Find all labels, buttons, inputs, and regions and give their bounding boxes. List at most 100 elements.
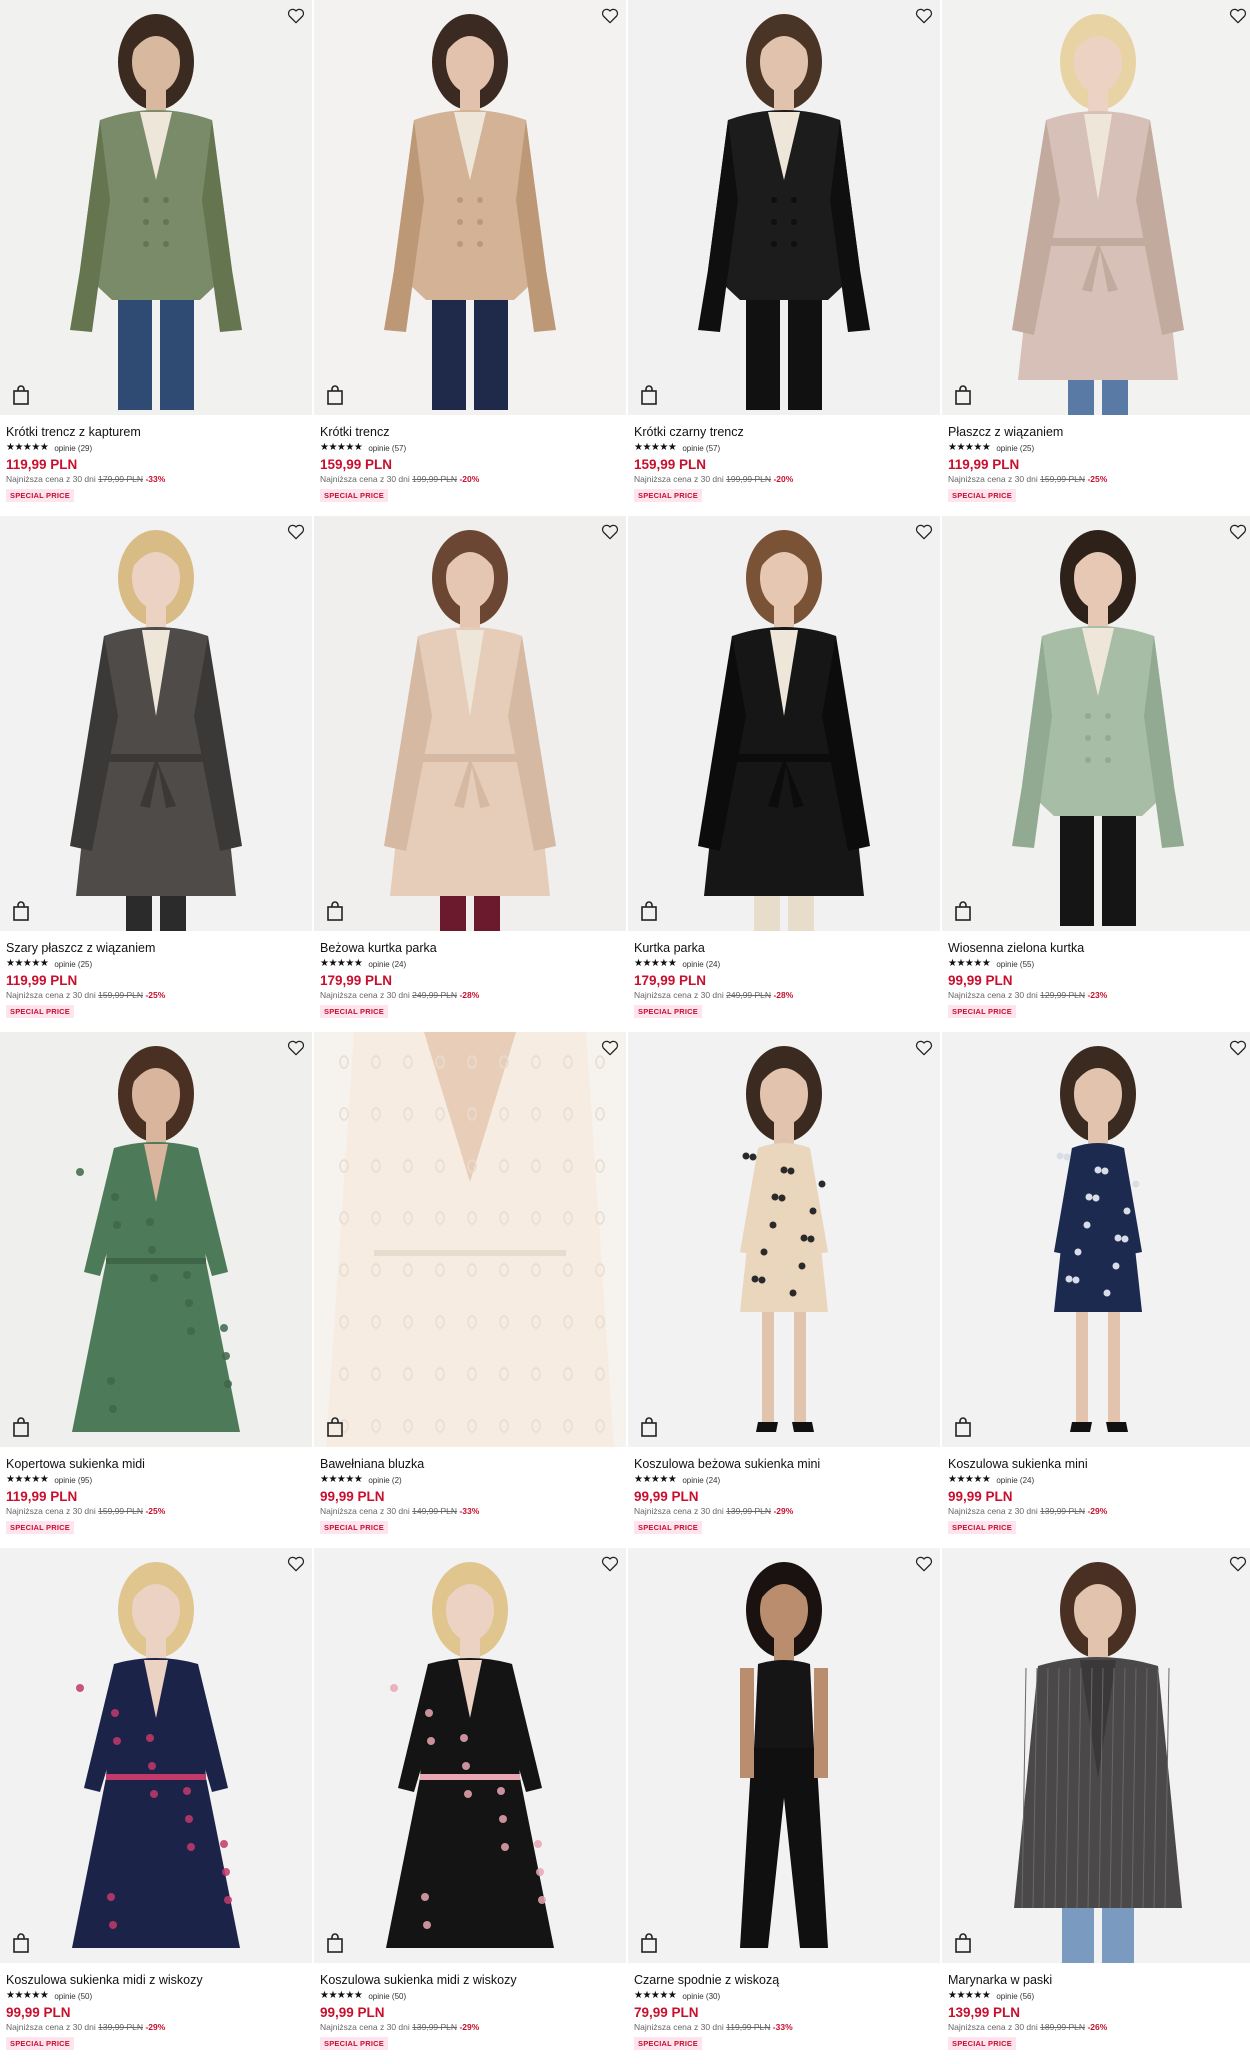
shopping-bag-icon[interactable] <box>954 1933 972 1953</box>
product-image[interactable] <box>0 516 312 931</box>
product-image[interactable] <box>0 1548 312 1963</box>
shopping-bag-icon[interactable] <box>954 901 972 921</box>
shopping-bag-icon[interactable] <box>12 901 30 921</box>
product-name[interactable]: Kurtka parka <box>634 941 934 956</box>
product-card[interactable]: Płaszcz z wiązaniem ★★★★★ opinie (25) 11… <box>942 0 1250 516</box>
product-name[interactable]: Beżowa kurtka parka <box>320 941 620 956</box>
heart-icon[interactable] <box>600 1038 620 1058</box>
product-photo[interactable] <box>0 1032 312 1447</box>
review-count[interactable]: opinie (24) <box>996 1476 1034 1485</box>
shopping-bag-icon[interactable] <box>12 1417 30 1437</box>
product-name[interactable]: Krótki trencz <box>320 425 620 440</box>
product-photo[interactable] <box>942 0 1250 415</box>
review-count[interactable]: opinie (55) <box>996 960 1034 969</box>
product-photo[interactable] <box>314 1548 626 1963</box>
product-name[interactable]: Marynarka w paski <box>948 1973 1248 1988</box>
review-count[interactable]: opinie (24) <box>682 960 720 969</box>
product-image[interactable] <box>0 1032 312 1447</box>
shopping-bag-icon[interactable] <box>954 1417 972 1437</box>
shopping-bag-icon[interactable] <box>326 901 344 921</box>
product-card[interactable]: Koszulowa sukienka midi z wiskozy ★★★★★ … <box>0 1548 312 2064</box>
shopping-bag-icon[interactable] <box>12 385 30 405</box>
product-image[interactable] <box>628 516 940 931</box>
shopping-bag-icon[interactable] <box>640 1417 658 1437</box>
product-photo[interactable] <box>314 516 626 931</box>
product-image[interactable] <box>942 1032 1250 1447</box>
review-count[interactable]: opinie (29) <box>54 444 92 453</box>
review-count[interactable]: opinie (25) <box>54 960 92 969</box>
product-card[interactable]: Krótki trencz ★★★★★ opinie (57) 159,99 P… <box>314 0 626 516</box>
heart-icon[interactable] <box>914 1038 934 1058</box>
product-photo[interactable] <box>628 1548 940 1963</box>
product-card[interactable]: Koszulowa sukienka mini ★★★★★ opinie (24… <box>942 1032 1250 1548</box>
shopping-bag-icon[interactable] <box>326 385 344 405</box>
product-image[interactable] <box>628 1548 940 1963</box>
review-count[interactable]: opinie (56) <box>996 1992 1034 2001</box>
shopping-bag-icon[interactable] <box>640 1933 658 1953</box>
review-count[interactable]: opinie (2) <box>368 1476 401 1485</box>
product-image[interactable] <box>628 0 940 415</box>
product-name[interactable]: Koszulowa sukienka midi z wiskozy <box>320 1973 620 1988</box>
review-count[interactable]: opinie (57) <box>368 444 406 453</box>
heart-icon[interactable] <box>286 6 306 26</box>
product-photo[interactable] <box>942 1548 1250 1963</box>
product-photo[interactable] <box>0 516 312 931</box>
product-card[interactable]: Bawełniana bluzka ★★★★★ opinie (2) 99,99… <box>314 1032 626 1548</box>
product-photo[interactable] <box>942 516 1250 931</box>
shopping-bag-icon[interactable] <box>640 385 658 405</box>
shopping-bag-icon[interactable] <box>326 1933 344 1953</box>
shopping-bag-icon[interactable] <box>954 385 972 405</box>
review-count[interactable]: opinie (24) <box>682 1476 720 1485</box>
review-count[interactable]: opinie (95) <box>54 1476 92 1485</box>
heart-icon[interactable] <box>914 6 934 26</box>
review-count[interactable]: opinie (50) <box>368 1992 406 2001</box>
heart-icon[interactable] <box>600 1554 620 1574</box>
product-photo[interactable] <box>942 1032 1250 1447</box>
product-photo[interactable] <box>0 0 312 415</box>
review-count[interactable]: opinie (24) <box>368 960 406 969</box>
product-name[interactable]: Wiosenna zielona kurtka <box>948 941 1248 956</box>
product-image[interactable] <box>0 0 312 415</box>
product-name[interactable]: Czarne spodnie z wiskozą <box>634 1973 934 1988</box>
review-count[interactable]: opinie (30) <box>682 1992 720 2001</box>
product-name[interactable]: Szary płaszcz z wiązaniem <box>6 941 306 956</box>
product-image[interactable] <box>314 1032 626 1447</box>
product-card[interactable]: Marynarka w paski ★★★★★ opinie (56) 139,… <box>942 1548 1250 2064</box>
product-name[interactable]: Koszulowa sukienka midi z wiskozy <box>6 1973 306 1988</box>
product-image[interactable] <box>942 1548 1250 1963</box>
shopping-bag-icon[interactable] <box>12 1933 30 1953</box>
product-photo[interactable] <box>628 0 940 415</box>
product-card[interactable]: Kopertowa sukienka midi ★★★★★ opinie (95… <box>0 1032 312 1548</box>
product-card[interactable]: Krótki czarny trencz ★★★★★ opinie (57) 1… <box>628 0 940 516</box>
product-photo[interactable] <box>628 1032 940 1447</box>
product-card[interactable]: Kurtka parka ★★★★★ opinie (24) 179,99 PL… <box>628 516 940 1032</box>
heart-icon[interactable] <box>286 522 306 542</box>
review-count[interactable]: opinie (50) <box>54 1992 92 2001</box>
heart-icon[interactable] <box>1228 6 1248 26</box>
review-count[interactable]: opinie (25) <box>996 444 1034 453</box>
heart-icon[interactable] <box>1228 1554 1248 1574</box>
heart-icon[interactable] <box>600 522 620 542</box>
product-photo[interactable] <box>0 1548 312 1963</box>
product-image[interactable] <box>628 1032 940 1447</box>
product-card[interactable]: Wiosenna zielona kurtka ★★★★★ opinie (55… <box>942 516 1250 1032</box>
product-image[interactable] <box>942 0 1250 415</box>
shopping-bag-icon[interactable] <box>640 901 658 921</box>
product-name[interactable]: Koszulowa beżowa sukienka mini <box>634 1457 934 1472</box>
product-card[interactable]: Koszulowa sukienka midi z wiskozy ★★★★★ … <box>314 1548 626 2064</box>
product-photo[interactable] <box>314 0 626 415</box>
product-card[interactable]: Szary płaszcz z wiązaniem ★★★★★ opinie (… <box>0 516 312 1032</box>
product-card[interactable]: Beżowa kurtka parka ★★★★★ opinie (24) 17… <box>314 516 626 1032</box>
product-image[interactable] <box>314 0 626 415</box>
product-photo[interactable] <box>314 1032 626 1447</box>
heart-icon[interactable] <box>600 6 620 26</box>
heart-icon[interactable] <box>286 1038 306 1058</box>
heart-icon[interactable] <box>1228 1038 1248 1058</box>
product-photo[interactable] <box>628 516 940 931</box>
heart-icon[interactable] <box>286 1554 306 1574</box>
product-name[interactable]: Płaszcz z wiązaniem <box>948 425 1248 440</box>
product-card[interactable]: Koszulowa beżowa sukienka mini ★★★★★ opi… <box>628 1032 940 1548</box>
product-card[interactable]: Krótki trencz z kapturem ★★★★★ opinie (2… <box>0 0 312 516</box>
product-image[interactable] <box>942 516 1250 931</box>
heart-icon[interactable] <box>1228 522 1248 542</box>
